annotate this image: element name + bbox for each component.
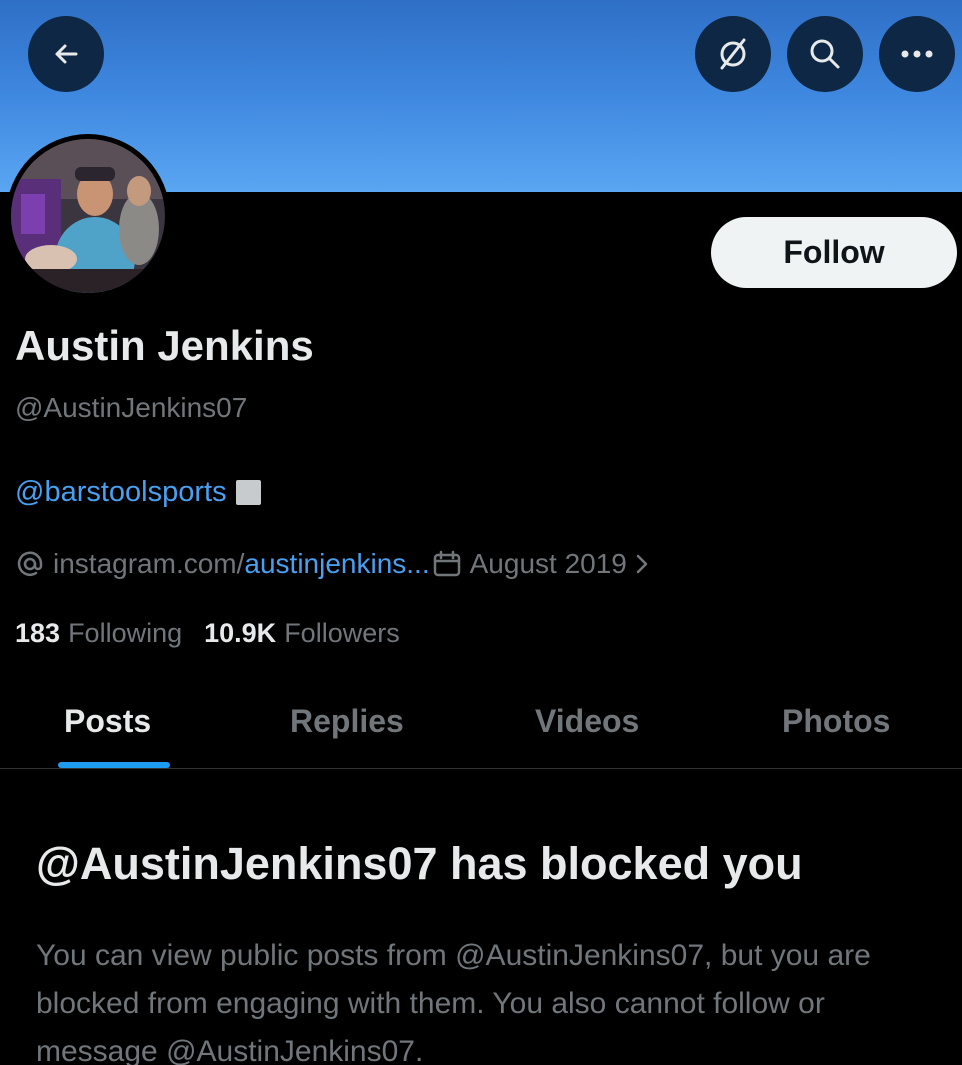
following-stat[interactable]: 183 Following: [15, 618, 182, 649]
tab-videos[interactable]: Videos: [535, 703, 639, 740]
calendar-icon: [433, 550, 460, 577]
profile-meta: instagram.com/austinjenkins... August 20…: [15, 548, 649, 580]
tab-replies[interactable]: Replies: [290, 703, 404, 740]
arrow-left-icon: [55, 44, 78, 64]
profile-handle: @AustinJenkins07: [15, 392, 248, 423]
profile-tabs: Posts Replies Videos Photos: [0, 685, 962, 769]
bio-mention-link[interactable]: @barstoolsports: [15, 476, 227, 509]
active-tab-indicator: [58, 762, 170, 768]
joined-date[interactable]: August 2019: [470, 548, 627, 580]
slashed-circle-icon: [720, 38, 746, 70]
tab-photos[interactable]: Photos: [782, 703, 890, 740]
follow-button[interactable]: Follow: [711, 217, 957, 288]
blocked-message: You can view public posts from @AustinJe…: [36, 939, 871, 1065]
search-button[interactable]: [787, 16, 863, 92]
link-icon: [17, 551, 43, 576]
profile-stats: 183 Following 10.9K Followers: [15, 618, 400, 649]
avatar-photo: [11, 139, 165, 293]
back-button[interactable]: [28, 16, 104, 92]
profile-name: Austin Jenkins: [15, 322, 314, 369]
grok-button[interactable]: [695, 16, 771, 92]
tab-posts[interactable]: Posts: [64, 703, 151, 740]
chevron-right-icon[interactable]: [635, 553, 649, 575]
followers-stat[interactable]: 10.9K Followers: [204, 618, 400, 649]
more-button[interactable]: [879, 16, 955, 92]
blocked-title: @AustinJenkins07 has blocked you: [36, 838, 803, 889]
square-emoji-icon: [235, 480, 261, 505]
search-icon: [810, 39, 840, 69]
more-dots-icon: [901, 50, 933, 58]
profile-bio: @barstoolsports: [15, 476, 261, 509]
avatar[interactable]: [6, 134, 170, 298]
website-link[interactable]: instagram.com/austinjenkins...: [53, 548, 430, 580]
